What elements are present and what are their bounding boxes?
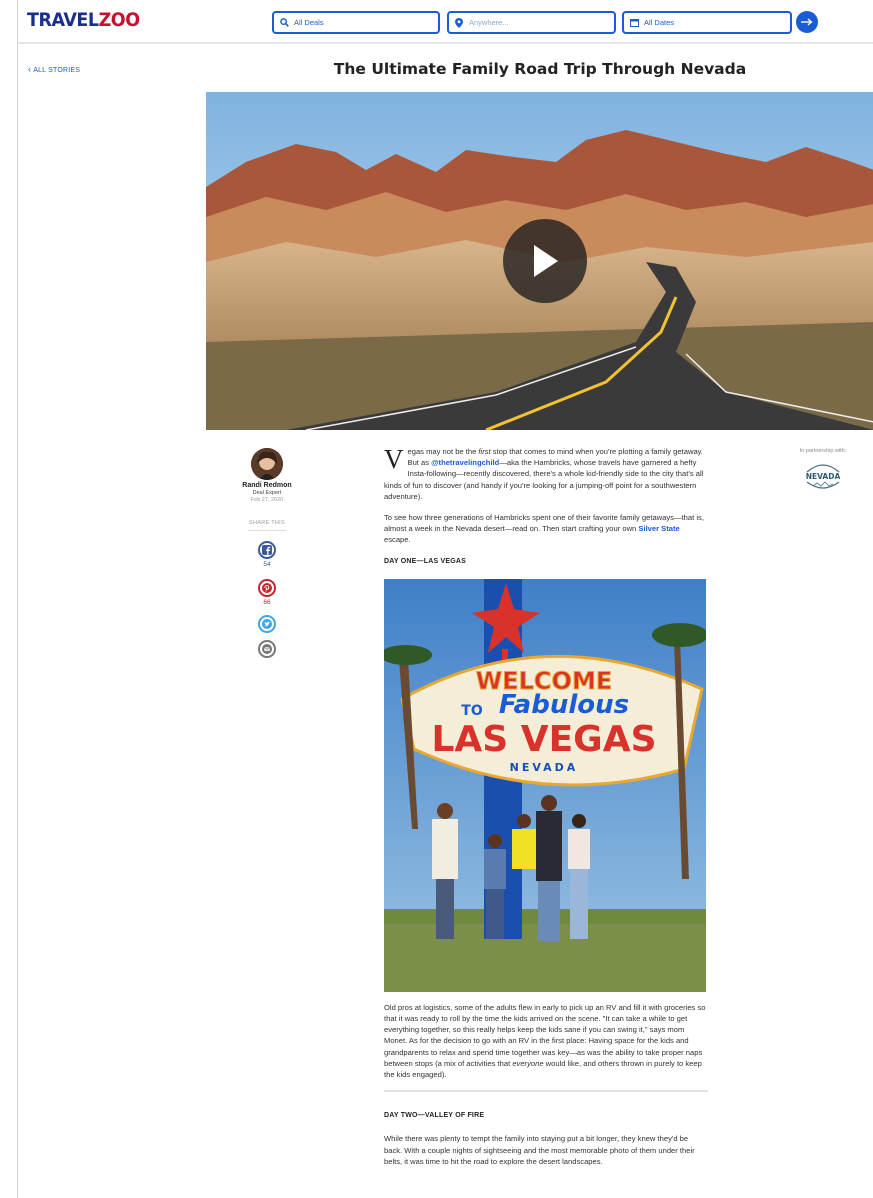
sign-fabulous-text: Fabulous — [499, 690, 629, 720]
top-navigation-bar: TRAVELZOO — [18, 0, 873, 44]
text-span: escape. — [384, 535, 411, 545]
page-frame: TRAVELZOO ‹ALL STORIES The Ultimate Fami… — [17, 0, 873, 1198]
logo-main-text: TRAVEL — [27, 9, 99, 31]
calendar-icon — [629, 18, 639, 28]
email-icon — [262, 644, 272, 654]
search-icon — [279, 18, 289, 28]
dates-input[interactable] — [644, 18, 764, 27]
share-label: SHARE THIS — [249, 520, 285, 526]
sign-las-vegas-text: LAS VEGAS — [431, 719, 656, 760]
sign-to-text: TO — [461, 703, 483, 719]
author-card: Randi Redmon Deal Expert Feb 27, 2020 — [238, 448, 296, 503]
author-avatar[interactable] — [251, 448, 283, 480]
author-role: Deal Expert — [252, 490, 282, 496]
las-vegas-sign-photo: WELCOME TO Fabulous LAS VEGAS NEVADA — [384, 578, 706, 992]
hero-video[interactable] — [206, 92, 873, 430]
deals-filter-field[interactable] — [272, 11, 440, 34]
nevada-partner-logo[interactable]: NEVADA — [803, 460, 843, 492]
arrow-right-icon — [801, 18, 813, 26]
publish-date: Feb 27, 2020 — [250, 497, 284, 503]
location-filter-field[interactable] — [447, 11, 616, 34]
twitter-share-button[interactable] — [258, 615, 276, 633]
dates-filter-field[interactable] — [622, 11, 792, 34]
partner-logo-text: NEVADA — [806, 472, 841, 481]
author-name[interactable]: Randi Redmon — [238, 482, 296, 489]
text-emphasis: everyone — [512, 1058, 544, 1068]
facebook-share-button[interactable] — [258, 541, 276, 559]
logo-accent-text: ZOO — [98, 9, 140, 31]
share-divider — [248, 530, 286, 531]
all-stories-label: ALL STORIES — [33, 67, 81, 74]
instagram-handle-link[interactable]: @thetravelingchild — [431, 458, 499, 467]
location-pin-icon — [454, 17, 464, 28]
play-icon — [534, 245, 558, 277]
paragraph-2: To see how three generations of Hambrick… — [384, 512, 708, 546]
intro-paragraph: Vegas may not be the first stop that com… — [384, 446, 708, 502]
drop-cap: V — [384, 444, 404, 474]
silver-state-link[interactable]: Silver State — [638, 524, 679, 533]
twitter-icon — [262, 619, 272, 629]
day-two-heading: DAY TWO—VALLEY OF FIRE — [384, 1112, 485, 1120]
section-divider — [384, 1090, 708, 1093]
text-span: egas may not be the — [407, 447, 479, 456]
pinterest-share-button[interactable] — [258, 579, 276, 597]
search-submit-button[interactable] — [796, 11, 818, 33]
sign-nevada-text: NEVADA — [510, 761, 579, 774]
facebook-share-count: 54 — [263, 561, 271, 568]
pinterest-icon — [262, 583, 272, 593]
partnership-label: In partnership with: — [799, 448, 847, 454]
deals-input[interactable] — [294, 18, 414, 27]
text-emphasis: first — [478, 447, 491, 456]
paragraph-3: Old pros at logistics, some of the adult… — [384, 1002, 708, 1080]
chevron-left-icon: ‹ — [28, 64, 32, 74]
travelzoo-logo[interactable]: TRAVELZOO — [27, 9, 140, 31]
location-input[interactable] — [469, 18, 589, 27]
all-stories-link[interactable]: ‹ ALL STORIES — [28, 64, 80, 74]
pinterest-share-count: 66 — [263, 599, 271, 606]
day-one-heading: DAY ONE—LAS VEGAS — [384, 557, 466, 565]
video-play-button[interactable] — [503, 219, 587, 303]
facebook-icon — [262, 545, 272, 555]
email-share-button[interactable] — [258, 640, 276, 658]
article-title: The Ultimate Family Road Trip Through Ne… — [333, 60, 747, 78]
article-body: Vegas may not be the first stop that com… — [384, 446, 708, 1177]
paragraph-4: While there was plenty to tempt the fami… — [384, 1134, 695, 1166]
